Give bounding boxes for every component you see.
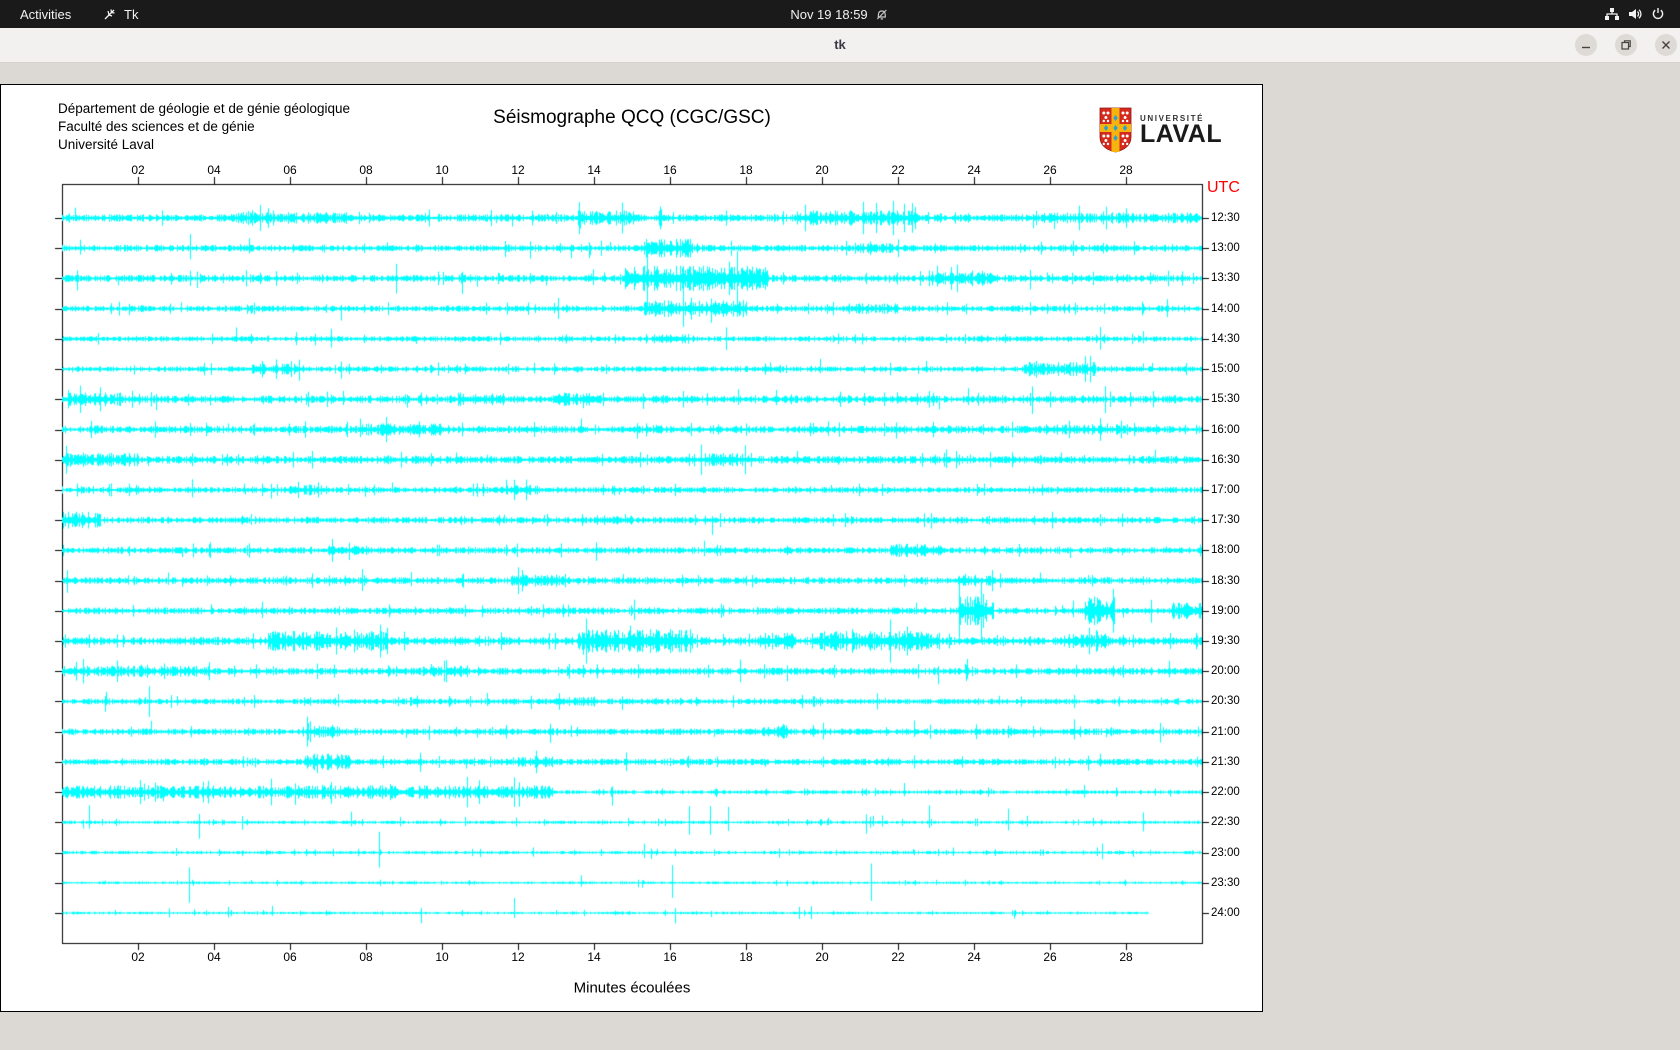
- x-tick-label-bottom: 20: [815, 950, 828, 964]
- x-tick-label-top: 24: [967, 163, 980, 177]
- x-tick-label-bottom: 10: [435, 950, 448, 964]
- x-tick-label-bottom: 06: [283, 950, 296, 964]
- utc-time-label: 19:00: [1211, 605, 1240, 617]
- utc-time-label: 20:00: [1211, 665, 1240, 677]
- gnome-top-bar: Activities Tk Nov 19 18:59: [0, 0, 1680, 28]
- utc-time-label: 23:30: [1211, 877, 1240, 889]
- activities-label: Activities: [20, 7, 71, 22]
- x-tick-label-top: 08: [359, 163, 372, 177]
- x-tick-label-bottom: 08: [359, 950, 372, 964]
- utc-time-label: 15:30: [1211, 393, 1240, 405]
- utc-time-label: 15:00: [1211, 363, 1240, 375]
- x-tick-label-bottom: 24: [967, 950, 980, 964]
- x-tick-label-bottom: 28: [1119, 950, 1132, 964]
- volume-icon: [1627, 6, 1643, 22]
- utc-axis-title: UTC: [1207, 179, 1240, 197]
- utc-time-label: 13:00: [1211, 242, 1240, 254]
- x-tick-label-bottom: 02: [131, 950, 144, 964]
- x-tick-label-bottom: 26: [1043, 950, 1056, 964]
- network-icon: [1604, 6, 1620, 22]
- utc-time-label: 21:30: [1211, 756, 1240, 768]
- power-icon: [1650, 6, 1666, 22]
- x-tick-label-top: 22: [891, 163, 904, 177]
- x-tick-label-bottom: 22: [891, 950, 904, 964]
- utc-time-label: 16:00: [1211, 424, 1240, 436]
- activities-button[interactable]: Activities: [12, 0, 79, 28]
- utc-time-label: 23:00: [1211, 847, 1240, 859]
- minimize-button[interactable]: [1575, 34, 1597, 56]
- seismograph-canvas: Département de géologie et de génie géol…: [0, 84, 1263, 1012]
- utc-time-label: 24:00: [1211, 907, 1240, 919]
- clock-label: Nov 19 18:59: [790, 7, 867, 22]
- notifications-muted-icon: [875, 7, 890, 22]
- utc-time-label: 20:30: [1211, 695, 1240, 707]
- utc-time-label: 16:30: [1211, 454, 1240, 466]
- x-tick-label-top: 14: [587, 163, 600, 177]
- utc-time-label: 22:00: [1211, 786, 1240, 798]
- x-tick-label-top: 12: [511, 163, 524, 177]
- utc-time-label: 14:00: [1211, 303, 1240, 315]
- utc-time-label: 12:30: [1211, 212, 1240, 224]
- x-tick-label-top: 10: [435, 163, 448, 177]
- x-tick-label-bottom: 04: [207, 950, 220, 964]
- utc-time-label: 13:30: [1211, 272, 1240, 284]
- system-tray[interactable]: [1604, 0, 1666, 28]
- utc-time-label: 22:30: [1211, 816, 1240, 828]
- tk-app-background: Département de géologie et de génie géol…: [0, 63, 1680, 1050]
- clock-menu[interactable]: Nov 19 18:59: [790, 0, 889, 28]
- tk-app-label: Tk: [124, 7, 138, 22]
- x-tick-label-bottom: 16: [663, 950, 676, 964]
- maximize-button[interactable]: [1615, 34, 1637, 56]
- utc-time-label: 17:00: [1211, 484, 1240, 496]
- x-tick-label-bottom: 12: [511, 950, 524, 964]
- x-tick-label-top: 18: [739, 163, 752, 177]
- tk-feather-icon: [103, 7, 117, 21]
- x-tick-label-bottom: 14: [587, 950, 600, 964]
- utc-time-label: 17:30: [1211, 514, 1240, 526]
- x-tick-label-top: 26: [1043, 163, 1056, 177]
- x-axis-title: Minutes écoulées: [574, 980, 691, 997]
- tk-app-indicator[interactable]: Tk: [103, 0, 138, 28]
- utc-time-label: 21:00: [1211, 726, 1240, 738]
- x-tick-label-top: 02: [131, 163, 144, 177]
- utc-time-label: 18:00: [1211, 544, 1240, 556]
- x-tick-label-bottom: 18: [739, 950, 752, 964]
- utc-time-label: 18:30: [1211, 575, 1240, 587]
- x-tick-label-top: 04: [207, 163, 220, 177]
- utc-time-label: 19:30: [1211, 635, 1240, 647]
- utc-time-label: 14:30: [1211, 333, 1240, 345]
- close-button[interactable]: [1655, 34, 1677, 56]
- window-titlebar: tk: [0, 28, 1680, 63]
- x-tick-label-top: 28: [1119, 163, 1132, 177]
- x-tick-label-top: 06: [283, 163, 296, 177]
- x-tick-label-top: 16: [663, 163, 676, 177]
- x-tick-label-top: 20: [815, 163, 828, 177]
- window-title: tk: [0, 28, 1680, 62]
- helicorder-plot: [1, 85, 1262, 1011]
